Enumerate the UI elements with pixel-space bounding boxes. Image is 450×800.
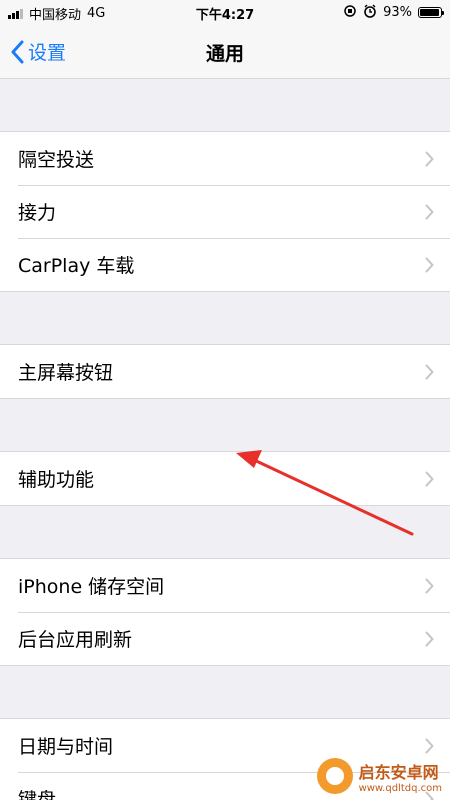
chevron-right-icon: [425, 578, 434, 593]
list-item-accessibility[interactable]: 辅助功能: [0, 452, 450, 505]
settings-group-accessibility: 辅助功能: [0, 451, 450, 506]
chevron-right-icon: [425, 364, 434, 379]
status-bar: 中国移动 4G 下午4:27 93%: [0, 0, 450, 26]
alarm-icon: [363, 4, 377, 21]
watermark: 启东安卓网 www.qdltdq.com: [316, 758, 442, 794]
page-title: 通用: [205, 43, 244, 65]
list-item-label: 键盘: [18, 789, 57, 800]
list-item-home-button[interactable]: 主屏幕按钮: [0, 345, 450, 398]
list-item-label: CarPlay 车载: [18, 255, 135, 277]
list-item-carplay[interactable]: CarPlay 车载: [0, 238, 450, 291]
chevron-left-icon: [11, 40, 24, 63]
settings-list: 隔空投送 接力 CarPlay 车载 主屏幕按钮 辅助功能 iPhone 储存空…: [0, 79, 450, 800]
battery-percent: 93%: [383, 5, 412, 20]
watermark-logo-icon: [316, 758, 353, 794]
back-button[interactable]: 设置: [10, 38, 66, 65]
chevron-right-icon: [425, 257, 434, 272]
list-item-label: 接力: [18, 202, 57, 224]
settings-general-screen: 中国移动 4G 下午4:27 93% 设置 通用 隔空投送 接力 CarPlay…: [0, 0, 450, 800]
list-item-label: 隔空投送: [18, 149, 95, 171]
chevron-right-icon: [425, 738, 434, 753]
chevron-right-icon: [425, 151, 434, 166]
settings-group-home-button: 主屏幕按钮: [0, 344, 450, 399]
orientation-lock-icon: [343, 4, 357, 21]
chevron-right-icon: [425, 631, 434, 646]
list-item-label: 辅助功能: [18, 469, 95, 491]
settings-group-storage: iPhone 储存空间 后台应用刷新: [0, 558, 450, 666]
chevron-right-icon: [425, 471, 434, 486]
list-item-handoff[interactable]: 接力: [0, 185, 450, 238]
list-item-iphone-storage[interactable]: iPhone 储存空间: [0, 559, 450, 612]
watermark-url: www.qdltdq.com: [358, 782, 442, 794]
list-item-background-refresh[interactable]: 后台应用刷新: [0, 612, 450, 665]
battery-icon: [418, 7, 444, 18]
navigation-bar: 设置 通用: [0, 26, 450, 79]
back-button-label: 设置: [28, 42, 67, 64]
battery-level-fill: [420, 9, 439, 16]
list-item-label: 主屏幕按钮: [18, 362, 114, 384]
list-item-label: iPhone 储存空间: [18, 576, 165, 598]
list-item-label: 后台应用刷新: [18, 629, 133, 651]
chevron-right-icon: [425, 204, 434, 219]
list-item-label: 日期与时间: [18, 736, 114, 758]
list-item-airdrop[interactable]: 隔空投送: [0, 132, 450, 185]
watermark-title: 启东安卓网: [358, 762, 439, 782]
settings-group-continuity: 隔空投送 接力 CarPlay 车载: [0, 131, 450, 292]
